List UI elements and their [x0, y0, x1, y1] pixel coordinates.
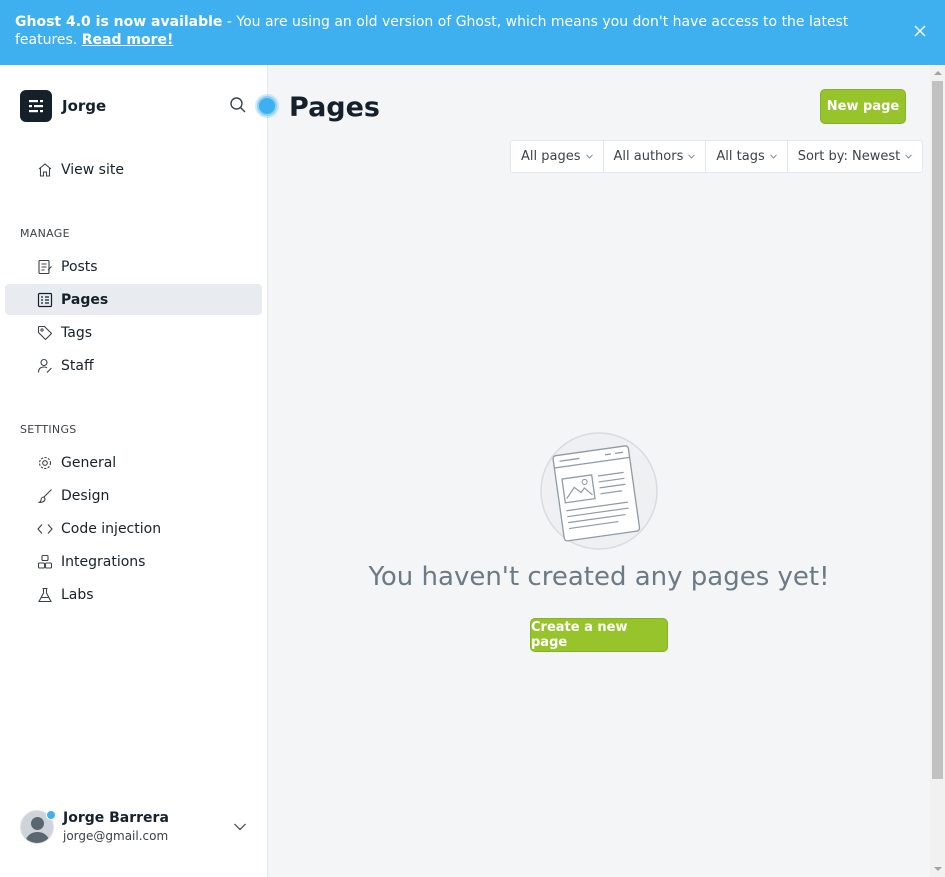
nav-tags-label: Tags: [61, 324, 92, 341]
nav-design-label: Design: [61, 487, 110, 504]
banner-read-more-link[interactable]: Read more!: [82, 32, 174, 48]
filter-tag[interactable]: All tags: [706, 141, 788, 172]
nav-pages-label: Pages: [61, 291, 109, 308]
nav-pages[interactable]: Pages: [5, 284, 262, 315]
user-name: Jorge Barrera: [63, 810, 169, 826]
nav-code-injection[interactable]: Code injection: [5, 513, 262, 544]
create-new-page-button[interactable]: Create a new page: [530, 618, 668, 652]
home-icon: [38, 162, 52, 177]
close-icon[interactable]: [913, 24, 927, 38]
nav-labs-label: Labs: [61, 586, 94, 603]
settings-section-title: SETTINGS: [20, 423, 77, 436]
scrollbar[interactable]: [930, 65, 945, 877]
filter-sort-label: Sort by: Newest: [797, 149, 901, 164]
gear-icon: [38, 456, 52, 469]
empty-state-message: You haven't created any pages yet!: [368, 562, 830, 592]
notification-dot: [46, 810, 56, 820]
update-banner: Ghost 4.0 is now available - You are usi…: [0, 0, 945, 65]
chevron-down-icon: [769, 154, 777, 159]
chevron-down-icon: [585, 154, 593, 159]
scroll-thumb[interactable]: [932, 81, 943, 779]
chevron-down-icon[interactable]: [233, 822, 247, 832]
chevron-down-icon: [688, 154, 696, 159]
nav-staff-label: Staff: [61, 357, 94, 374]
brush-icon: [38, 488, 52, 503]
filter-author[interactable]: All authors: [604, 141, 707, 172]
banner-title: Ghost 4.0 is now available: [15, 14, 223, 30]
manage-section-title: MANAGE: [20, 227, 70, 240]
nav-design[interactable]: Design: [5, 480, 262, 511]
ghost-logo-icon: [20, 90, 52, 122]
nav-general[interactable]: General: [5, 447, 262, 478]
nav-posts[interactable]: Posts: [5, 251, 262, 282]
filter-bar: All pages All authors All tags Sort by: …: [510, 140, 924, 173]
filter-tag-label: All tags: [716, 149, 765, 164]
chevron-down-icon: [905, 154, 913, 159]
pages-icon: [37, 292, 53, 307]
nav-tags[interactable]: Tags: [5, 317, 262, 348]
nav-integrations-label: Integrations: [61, 553, 146, 570]
scroll-down-arrow-icon[interactable]: [934, 867, 942, 871]
nav-posts-label: Posts: [61, 258, 98, 275]
filter-sort[interactable]: Sort by: Newest: [788, 141, 923, 172]
nav-view-site-label: View site: [61, 161, 124, 178]
scroll-up-arrow-icon[interactable]: [934, 71, 942, 75]
nav-labs[interactable]: Labs: [5, 579, 262, 610]
integrations-icon: [37, 554, 53, 569]
nav-code-injection-label: Code injection: [61, 520, 162, 537]
brand-name: Jorge: [62, 97, 107, 115]
user-menu[interactable]: Jorge Barrera jorge@gmail.com: [20, 809, 169, 845]
brand[interactable]: Jorge: [20, 90, 106, 122]
onboarding-indicator[interactable]: [257, 96, 277, 116]
labs-icon: [38, 587, 52, 602]
staff-icon: [37, 358, 52, 373]
nav-general-label: General: [61, 454, 117, 471]
search-icon[interactable]: [229, 96, 247, 114]
new-page-button[interactable]: New page: [820, 89, 906, 124]
page-title: Pages: [289, 92, 380, 123]
empty-pages-illustration-icon: [540, 432, 658, 550]
nav-staff[interactable]: Staff: [5, 350, 262, 381]
sidebar: Jorge View site MANAGE Posts Pages Tags …: [0, 65, 268, 877]
posts-icon: [38, 259, 52, 274]
nav-integrations[interactable]: Integrations: [5, 546, 262, 577]
filter-type[interactable]: All pages: [511, 141, 604, 172]
filter-author-label: All authors: [613, 149, 684, 164]
filter-type-label: All pages: [521, 149, 581, 164]
user-email: jorge@gmail.com: [63, 829, 169, 843]
tag-icon: [37, 325, 53, 340]
code-icon: [37, 523, 53, 534]
nav-view-site[interactable]: View site: [5, 154, 262, 185]
